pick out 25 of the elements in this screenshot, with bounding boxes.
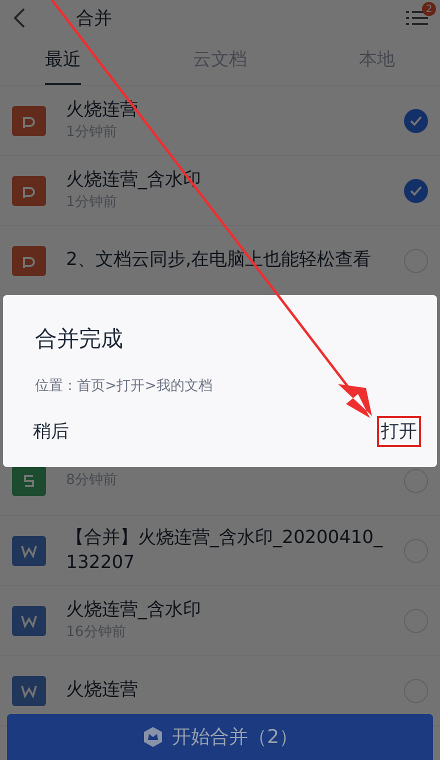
page-title: 合并 <box>76 6 113 30</box>
crown-icon <box>142 726 164 748</box>
file-title: 火烧连营 <box>66 678 139 702</box>
back-icon[interactable] <box>12 7 26 29</box>
dialog-title: 合并完成 <box>35 326 124 354</box>
merge-button[interactable]: 开始合并（2） <box>7 714 433 760</box>
file-icon <box>12 176 46 206</box>
file-title: 火烧连营_含水印 <box>66 598 202 622</box>
menu-icon[interactable] <box>406 10 428 26</box>
check-icon <box>410 186 422 196</box>
file-title: 【合并】火烧连营_含水印_20200410_132207 <box>66 526 384 574</box>
notification-badge: 2 <box>422 2 436 16</box>
file-icon <box>12 536 46 566</box>
dialog-button[interactable]: 稍后 <box>31 416 71 447</box>
file-icon <box>12 106 46 136</box>
file-icon <box>12 246 46 276</box>
select-checkbox[interactable] <box>404 178 428 202</box>
file-icon <box>12 676 46 706</box>
dialog-button[interactable]: 打开 <box>377 416 421 447</box>
select-checkbox[interactable] <box>404 468 428 492</box>
select-checkbox[interactable] <box>404 108 428 132</box>
check-icon <box>410 116 422 126</box>
tab[interactable]: 最近 <box>45 36 81 85</box>
file-icon <box>12 606 46 636</box>
dialog-message: 位置：首页>打开>我的文档 <box>35 377 214 396</box>
